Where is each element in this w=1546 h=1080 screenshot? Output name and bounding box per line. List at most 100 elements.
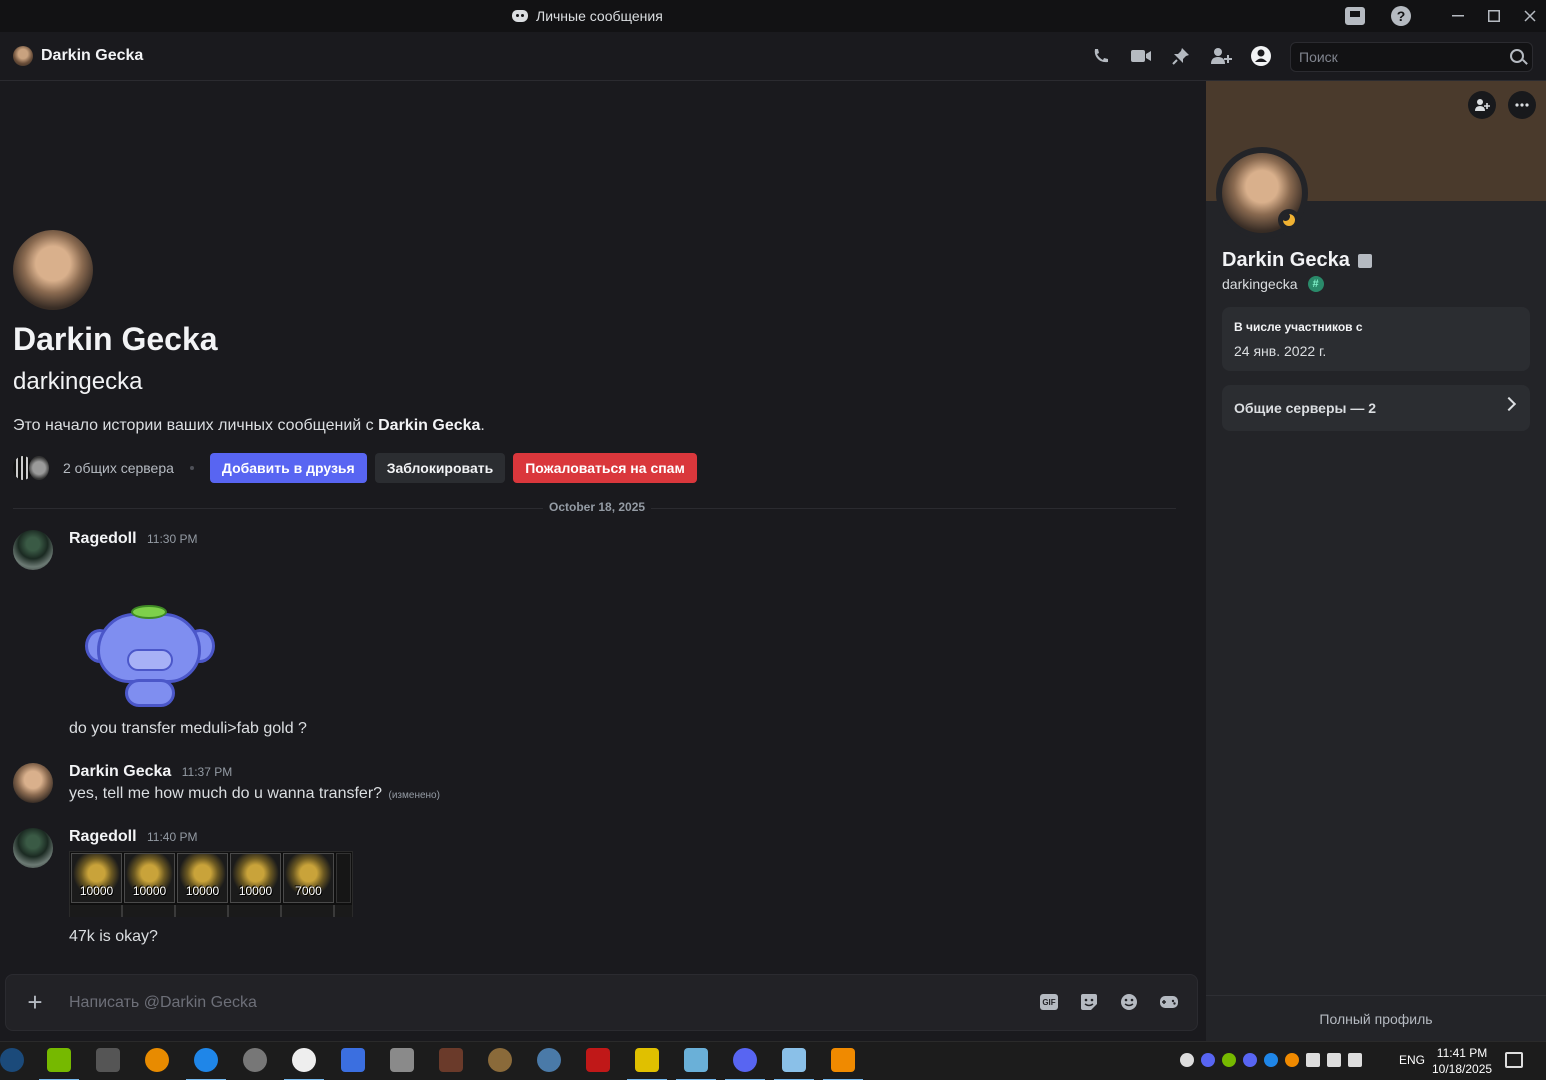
phone-call-icon [1094, 49, 1108, 63]
block-button[interactable]: Заблокировать [374, 453, 506, 483]
profile-display-name: Darkin Gecka [1222, 249, 1350, 271]
battlenet-tray-icon[interactable] [1264, 1053, 1278, 1067]
volume-icon[interactable] [1348, 1053, 1362, 1067]
close-window-button[interactable] [1512, 0, 1546, 32]
system-tray [1180, 1053, 1362, 1067]
intro-avatar[interactable] [13, 230, 93, 310]
profile-username-row: darkingecka # [1222, 276, 1324, 292]
add-friend-icon [1475, 99, 1490, 111]
app-icon[interactable] [243, 1048, 267, 1072]
sticker-head [97, 613, 201, 683]
wumpus-sticker[interactable] [85, 605, 215, 713]
note-icon[interactable] [1357, 253, 1372, 268]
member-since-card: В числе участников с 24 янв. 2022 г. [1222, 307, 1530, 371]
upload-button[interactable]: + [22, 989, 48, 1015]
message-text: yes, tell me how much do u wanna transfe… [69, 785, 440, 803]
discord-tray-icon[interactable] [1201, 1053, 1215, 1067]
app-icon[interactable] [537, 1048, 561, 1072]
search-input[interactable] [1299, 49, 1499, 65]
battlenet-app-icon[interactable] [186, 1048, 226, 1080]
minimize-button[interactable] [1440, 0, 1476, 32]
clock[interactable]: 11:41 PM 10/18/2025 [1432, 1045, 1492, 1077]
emoji-button[interactable] [1119, 992, 1139, 1012]
help-button[interactable]: ? [1383, 0, 1419, 32]
mutual-servers-label: Общие серверы — 2 [1234, 400, 1377, 416]
mutual-servers-count[interactable]: 2 общих сервера [63, 460, 174, 476]
language-indicator[interactable]: ENG [1399, 1053, 1425, 1067]
mutual-servers-card[interactable]: Общие серверы — 2 [1222, 385, 1530, 431]
user-profile-toggle-button[interactable] [1250, 45, 1272, 67]
start-video-call-button[interactable] [1130, 45, 1152, 67]
mutual-server-icons[interactable] [13, 456, 49, 480]
inventory-screenshot-attachment[interactable]: 10000 10000 10000 10000 7000 [69, 851, 353, 917]
app-icon[interactable] [586, 1048, 610, 1072]
intro-username: darkingecka [13, 368, 143, 395]
activities-button[interactable] [1159, 992, 1179, 1012]
member-since-value: 24 янв. 2022 г. [1234, 343, 1327, 359]
maximize-button[interactable] [1476, 0, 1512, 32]
telegram-tray-icon[interactable] [1306, 1053, 1320, 1067]
start-voice-call-button[interactable] [1090, 45, 1112, 67]
message-author[interactable]: Ragedoll [69, 828, 137, 845]
report-spam-button[interactable]: Пожаловаться на спам [513, 453, 697, 483]
inbox-icon [1345, 7, 1365, 25]
intro-actions: 2 общих сервера Добавить в друзья Заблок… [13, 453, 705, 483]
network-icon[interactable] [1327, 1053, 1341, 1067]
app-icon[interactable] [488, 1048, 512, 1072]
poe-app-icon[interactable] [439, 1048, 463, 1072]
avatar[interactable] [13, 828, 53, 868]
message-author[interactable]: Ragedoll [69, 530, 137, 547]
calculator-app-icon[interactable] [774, 1048, 814, 1080]
message-timestamp: 11:30 PM [147, 532, 198, 546]
steam-app-icon[interactable] [0, 1048, 24, 1072]
separator-dot [189, 466, 194, 470]
date-divider-label: October 18, 2025 [543, 500, 652, 514]
app-icon[interactable] [390, 1048, 414, 1072]
sticker-snout [127, 649, 173, 671]
search-box[interactable] [1290, 42, 1533, 72]
clock-time: 11:41 PM [1436, 1046, 1488, 1060]
video-call-icon [1131, 50, 1151, 62]
steelseries-app-icon[interactable] [284, 1048, 324, 1080]
profile-name: Darkin Gecka [1222, 249, 1372, 272]
chat-area[interactable]: Darkin Gecka darkingecka Это начало исто… [0, 81, 1205, 1041]
maximize-icon [1488, 10, 1500, 22]
badge-icon[interactable]: # [1307, 276, 1324, 292]
full-profile-button[interactable]: Полный профиль [1206, 995, 1546, 1041]
add-friend-button[interactable]: Добавить в друзья [209, 453, 367, 483]
intro-text-suffix: . [480, 417, 485, 434]
tray-icon[interactable] [1180, 1053, 1194, 1067]
header-user[interactable]: Darkin Gecka [13, 46, 143, 66]
gold-slot: 10000 [230, 853, 281, 903]
add-friends-to-dm-button[interactable] [1210, 45, 1232, 67]
lock-app-icon[interactable] [627, 1048, 667, 1080]
pinned-messages-button[interactable] [1170, 45, 1192, 67]
avatar[interactable] [13, 763, 53, 803]
message-author[interactable]: Darkin Gecka [69, 763, 171, 780]
discord-app-icon[interactable] [725, 1048, 765, 1080]
message-timestamp: 11:37 PM [181, 765, 233, 779]
avatar[interactable] [13, 530, 53, 570]
sticker-leaf [131, 605, 167, 619]
app-icon[interactable] [823, 1048, 863, 1080]
app-icon[interactable] [676, 1048, 716, 1080]
gold-slot: 10000 [124, 853, 175, 903]
tray-icon[interactable] [1285, 1053, 1299, 1067]
notification-center-icon[interactable] [1505, 1052, 1523, 1068]
app-icon[interactable] [96, 1048, 120, 1072]
more-options-button[interactable] [1508, 91, 1536, 119]
nvidia-tray-icon[interactable] [1222, 1053, 1236, 1067]
inbox-button[interactable] [1337, 0, 1373, 32]
app-icon[interactable] [145, 1048, 169, 1072]
sticker-button[interactable] [1079, 992, 1099, 1012]
clock-date: 10/18/2025 [1432, 1062, 1493, 1076]
gif-button[interactable]: GIF [1039, 992, 1059, 1012]
discord-tray-icon[interactable] [1243, 1053, 1257, 1067]
vpn-app-icon[interactable] [341, 1048, 365, 1072]
date-divider: October 18, 2025 [13, 500, 1176, 514]
add-friend-icon-button[interactable] [1468, 91, 1496, 119]
message-text-body: yes, tell me how much do u wanna transfe… [69, 785, 383, 802]
gif-icon: GIF [1040, 994, 1058, 1010]
message-input[interactable] [69, 991, 969, 1015]
nvidia-app-icon[interactable] [39, 1048, 79, 1080]
